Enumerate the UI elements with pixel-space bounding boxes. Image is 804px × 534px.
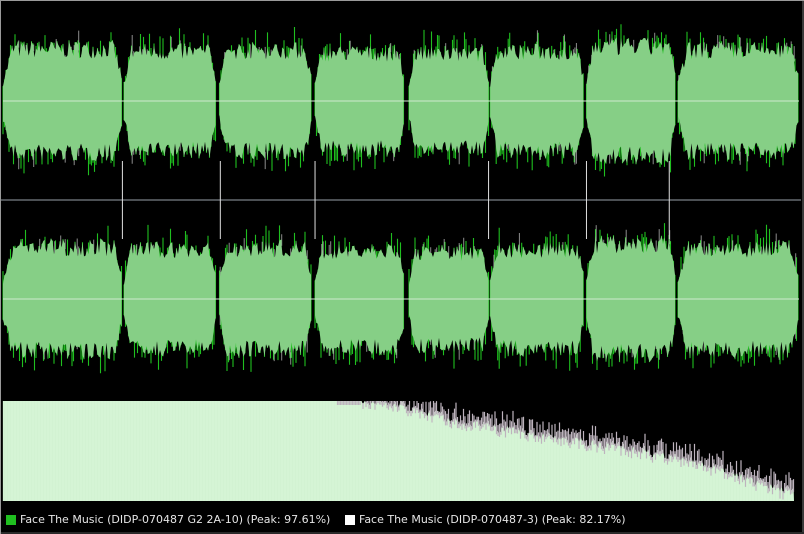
waveform-compare-window: Face The Music (DIDP-070487 G2 2A-10) (P…: [0, 0, 804, 534]
legend-track2-label: Face The Music (DIDP-070487-3) (Peak: 82…: [359, 513, 626, 526]
legend-item-track2: Face The Music (DIDP-070487-3) (Peak: 82…: [345, 510, 626, 530]
track2-color-swatch: [345, 515, 355, 525]
legend-item-track1: Face The Music (DIDP-070487 G2 2A-10) (P…: [6, 510, 330, 530]
legend-bar: Face The Music (DIDP-070487 G2 2A-10) (P…: [1, 510, 804, 534]
track1-color-swatch: [6, 515, 16, 525]
legend-track1-label: Face The Music (DIDP-070487 G2 2A-10) (P…: [20, 513, 331, 526]
waveform-canvas: [1, 1, 803, 509]
